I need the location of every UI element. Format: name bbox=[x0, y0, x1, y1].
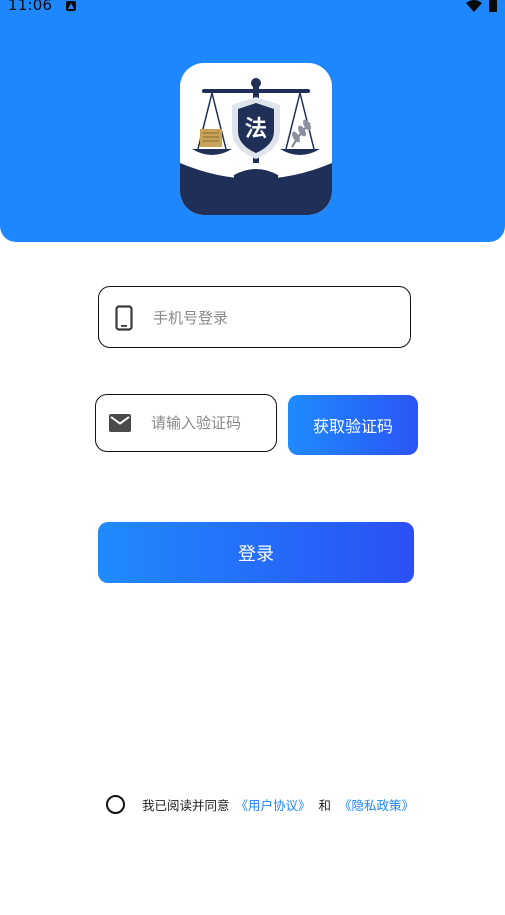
agreement-conjunction: 和 bbox=[318, 797, 332, 813]
agreement-row: 我已阅读并同意 《用户协议》 和 《隐私政策》 bbox=[106, 794, 414, 814]
agreement-prefix: 我已阅读并同意 bbox=[142, 797, 230, 813]
phone-input[interactable] bbox=[153, 305, 393, 331]
mail-icon bbox=[109, 414, 131, 432]
verification-code-input[interactable] bbox=[151, 411, 271, 435]
notification-a-icon bbox=[66, 1, 76, 11]
app-logo: 法 bbox=[180, 63, 332, 215]
status-time: 11:06 bbox=[8, 0, 53, 14]
agree-checkbox[interactable] bbox=[106, 794, 125, 814]
user-agreement-link[interactable]: 《用户协议》 bbox=[236, 795, 311, 814]
status-bar: 11:06 bbox=[0, 0, 505, 16]
logo-emblem-text: 法 bbox=[245, 117, 267, 142]
wifi-icon bbox=[466, 0, 482, 12]
battery-icon bbox=[489, 0, 497, 12]
smartphone-icon bbox=[115, 305, 133, 331]
login-button[interactable]: 登录 bbox=[98, 522, 414, 583]
verification-code-field[interactable] bbox=[95, 394, 277, 452]
phone-field[interactable] bbox=[98, 286, 411, 348]
get-code-button[interactable]: 获取验证码 bbox=[288, 395, 418, 455]
privacy-policy-link[interactable]: 《隐私政策》 bbox=[339, 795, 414, 814]
